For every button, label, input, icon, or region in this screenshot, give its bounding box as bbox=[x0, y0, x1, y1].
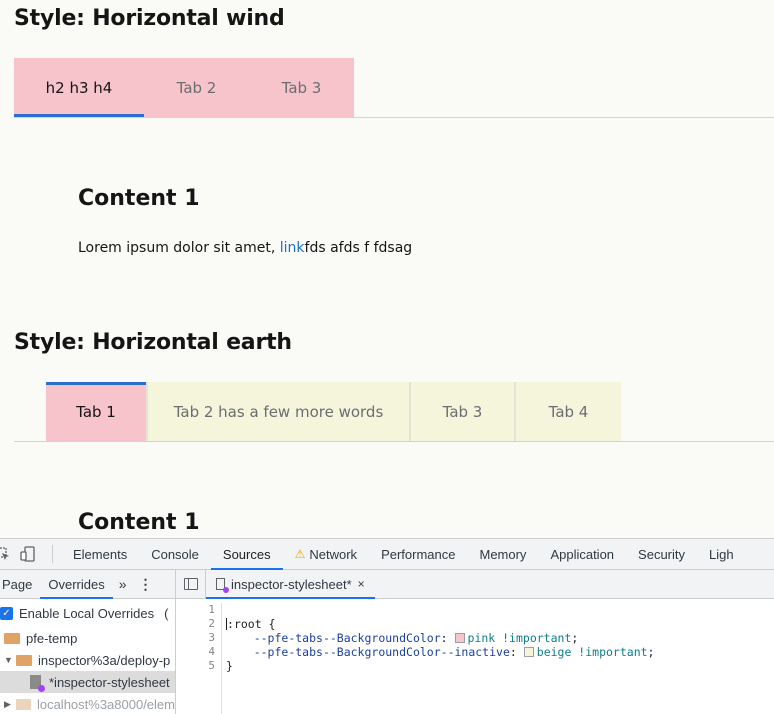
code-line-2: :root { bbox=[226, 617, 654, 631]
editor-tab-label: inspector-stylesheet* bbox=[231, 576, 352, 592]
code-line-5: } bbox=[226, 659, 654, 673]
enable-overrides-row[interactable]: ✓ Enable Local Overrides ( bbox=[0, 599, 175, 627]
device-toolbar-icon[interactable] bbox=[20, 546, 36, 562]
code-colon: : bbox=[440, 631, 448, 645]
devtools-toolbar: Elements Console Sources ⚠ Network Perfor… bbox=[0, 539, 774, 570]
css-property: --pfe-tabs--BackgroundColor--inactive bbox=[253, 645, 510, 659]
code-semicolon: ; bbox=[571, 631, 579, 645]
tree-item-pfe-temp[interactable]: pfe-temp bbox=[0, 627, 175, 649]
sidebar-toggle-icon bbox=[183, 578, 198, 590]
tree-item-label: *inspector-stylesheet bbox=[49, 674, 170, 690]
inspect-element-icon[interactable] bbox=[0, 547, 10, 561]
code-closing-brace: } bbox=[226, 659, 233, 673]
code-semicolon: ; bbox=[647, 645, 655, 659]
tree-item-localhost[interactable]: ▶ localhost%3a8000/elem bbox=[0, 693, 175, 714]
tab-network[interactable]: ⚠ Network bbox=[283, 539, 369, 569]
line-number: 1 bbox=[208, 603, 215, 616]
rendered-page: Style: Horizontal wind h2 h3 h4 Tab 2 Ta… bbox=[0, 0, 774, 538]
tree-item-label: pfe-temp bbox=[26, 630, 78, 646]
code-editor[interactable]: 1 2 3 4 5 :root { --pfe-tabs--Background… bbox=[176, 599, 774, 714]
color-swatch-beige[interactable] bbox=[523, 647, 534, 657]
wind-tab-1[interactable]: h2 h3 h4 bbox=[14, 58, 144, 117]
devtools-panel: Elements Console Sources ⚠ Network Perfor… bbox=[0, 538, 774, 714]
tree-item-label: inspector%3a/deploy-p bbox=[38, 652, 171, 668]
enable-overrides-extra: ( bbox=[164, 605, 169, 621]
earth-tab-list: Tab 1 Tab 2 has a few more words Tab 3 T… bbox=[46, 382, 621, 441]
wind-content-title: Content 1 bbox=[78, 186, 200, 211]
line-number: 3 bbox=[208, 631, 215, 644]
devtools-body: Page Overrides » ⋮ ✓ Enable Local Overri… bbox=[0, 570, 774, 714]
earth-tab-3[interactable]: Tab 3 bbox=[411, 382, 516, 441]
navigator-tab-page[interactable]: Page bbox=[0, 570, 40, 598]
enable-overrides-checkbox[interactable]: ✓ bbox=[0, 606, 13, 620]
line-number: 4 bbox=[208, 645, 215, 658]
collapsed-arrow-icon[interactable]: ▶ bbox=[4, 699, 16, 710]
tab-elements[interactable]: Elements bbox=[53, 539, 139, 569]
css-value: pink !important bbox=[467, 631, 572, 645]
code-selector: root { bbox=[233, 617, 276, 631]
wind-tab-divider bbox=[14, 117, 774, 118]
warning-icon: ⚠ bbox=[294, 547, 306, 561]
tab-security[interactable]: Security bbox=[626, 539, 697, 569]
earth-style-heading: Style: Horizontal earth bbox=[14, 330, 292, 355]
css-property: --pfe-tabs--BackgroundColor bbox=[253, 631, 441, 645]
tab-console[interactable]: Console bbox=[139, 539, 211, 569]
enable-overrides-label: Enable Local Overrides bbox=[19, 605, 155, 621]
close-icon[interactable]: × bbox=[358, 577, 365, 591]
earth-content-title: Content 1 bbox=[78, 510, 200, 535]
earth-tab-2[interactable]: Tab 2 has a few more words bbox=[148, 382, 411, 441]
color-swatch-pink[interactable] bbox=[454, 633, 465, 643]
file-icon bbox=[30, 675, 45, 692]
modified-dot-icon bbox=[223, 587, 229, 593]
expanded-arrow-icon[interactable]: ▼ bbox=[4, 655, 16, 665]
tree-item-inspector-stylesheet[interactable]: *inspector-stylesheet bbox=[0, 671, 175, 693]
wind-content-text: Lorem ipsum dolor sit amet, linkfds afds… bbox=[78, 240, 412, 256]
sources-editor: inspector-stylesheet* × 1 2 3 4 5 :root … bbox=[176, 570, 774, 714]
code-colon: : bbox=[227, 617, 234, 631]
code-line-4: --pfe-tabs--BackgroundColor--inactive: b… bbox=[226, 645, 655, 659]
text-after-link: fds afds f fdsag bbox=[304, 240, 413, 256]
folder-icon bbox=[16, 654, 32, 666]
more-tabs-icon[interactable]: » bbox=[113, 570, 133, 598]
line-number-gutter: 1 2 3 4 5 bbox=[176, 603, 222, 714]
editor-tabs: inspector-stylesheet* × bbox=[176, 570, 774, 599]
navigator-tab-overrides[interactable]: Overrides bbox=[40, 570, 114, 599]
devtools-tool-icons bbox=[0, 539, 52, 569]
navigator-menu-icon[interactable]: ⋮ bbox=[133, 570, 159, 598]
wind-style-heading: Style: Horizontal wind bbox=[14, 6, 285, 31]
tab-lighthouse[interactable]: Ligh bbox=[697, 539, 746, 569]
wind-tab-list: h2 h3 h4 Tab 2 Tab 3 bbox=[14, 58, 354, 117]
sources-navigator: Page Overrides » ⋮ ✓ Enable Local Overri… bbox=[0, 570, 176, 714]
line-number: 5 bbox=[208, 659, 215, 672]
folder-icon bbox=[15, 698, 31, 710]
line-number: 2 bbox=[208, 617, 215, 630]
wind-tab-2[interactable]: Tab 2 bbox=[144, 58, 249, 117]
toggle-navigator-button[interactable] bbox=[176, 570, 206, 598]
code-line-3: --pfe-tabs--BackgroundColor: pink !impor… bbox=[226, 631, 654, 645]
modified-dot-icon bbox=[38, 685, 45, 692]
editor-tab-inspector-stylesheet[interactable]: inspector-stylesheet* × bbox=[206, 570, 375, 599]
code-colon: : bbox=[509, 645, 517, 659]
wind-tab-3[interactable]: Tab 3 bbox=[249, 58, 354, 117]
tab-application[interactable]: Application bbox=[538, 539, 626, 569]
document-icon bbox=[216, 578, 229, 593]
folder-icon bbox=[4, 632, 20, 644]
content-link[interactable]: link bbox=[280, 240, 305, 256]
tab-sources[interactable]: Sources bbox=[210, 539, 283, 570]
tab-memory[interactable]: Memory bbox=[467, 539, 538, 569]
earth-tab-1[interactable]: Tab 1 bbox=[46, 382, 148, 441]
earth-tab-4[interactable]: Tab 4 bbox=[516, 382, 621, 441]
tree-item-inspector[interactable]: ▼ inspector%3a/deploy-p bbox=[0, 649, 175, 671]
code-lines: :root { --pfe-tabs--BackgroundColor: pin… bbox=[226, 603, 654, 673]
tab-performance[interactable]: Performance bbox=[369, 539, 467, 569]
text-before-link: Lorem ipsum dolor sit amet, bbox=[78, 240, 280, 256]
tree-item-label: localhost%3a8000/elem bbox=[36, 696, 175, 712]
earth-tab-divider bbox=[14, 441, 774, 442]
css-value: beige !important bbox=[536, 645, 648, 659]
tab-network-label: Network bbox=[309, 546, 358, 562]
navigator-tabs: Page Overrides » ⋮ bbox=[0, 570, 175, 599]
